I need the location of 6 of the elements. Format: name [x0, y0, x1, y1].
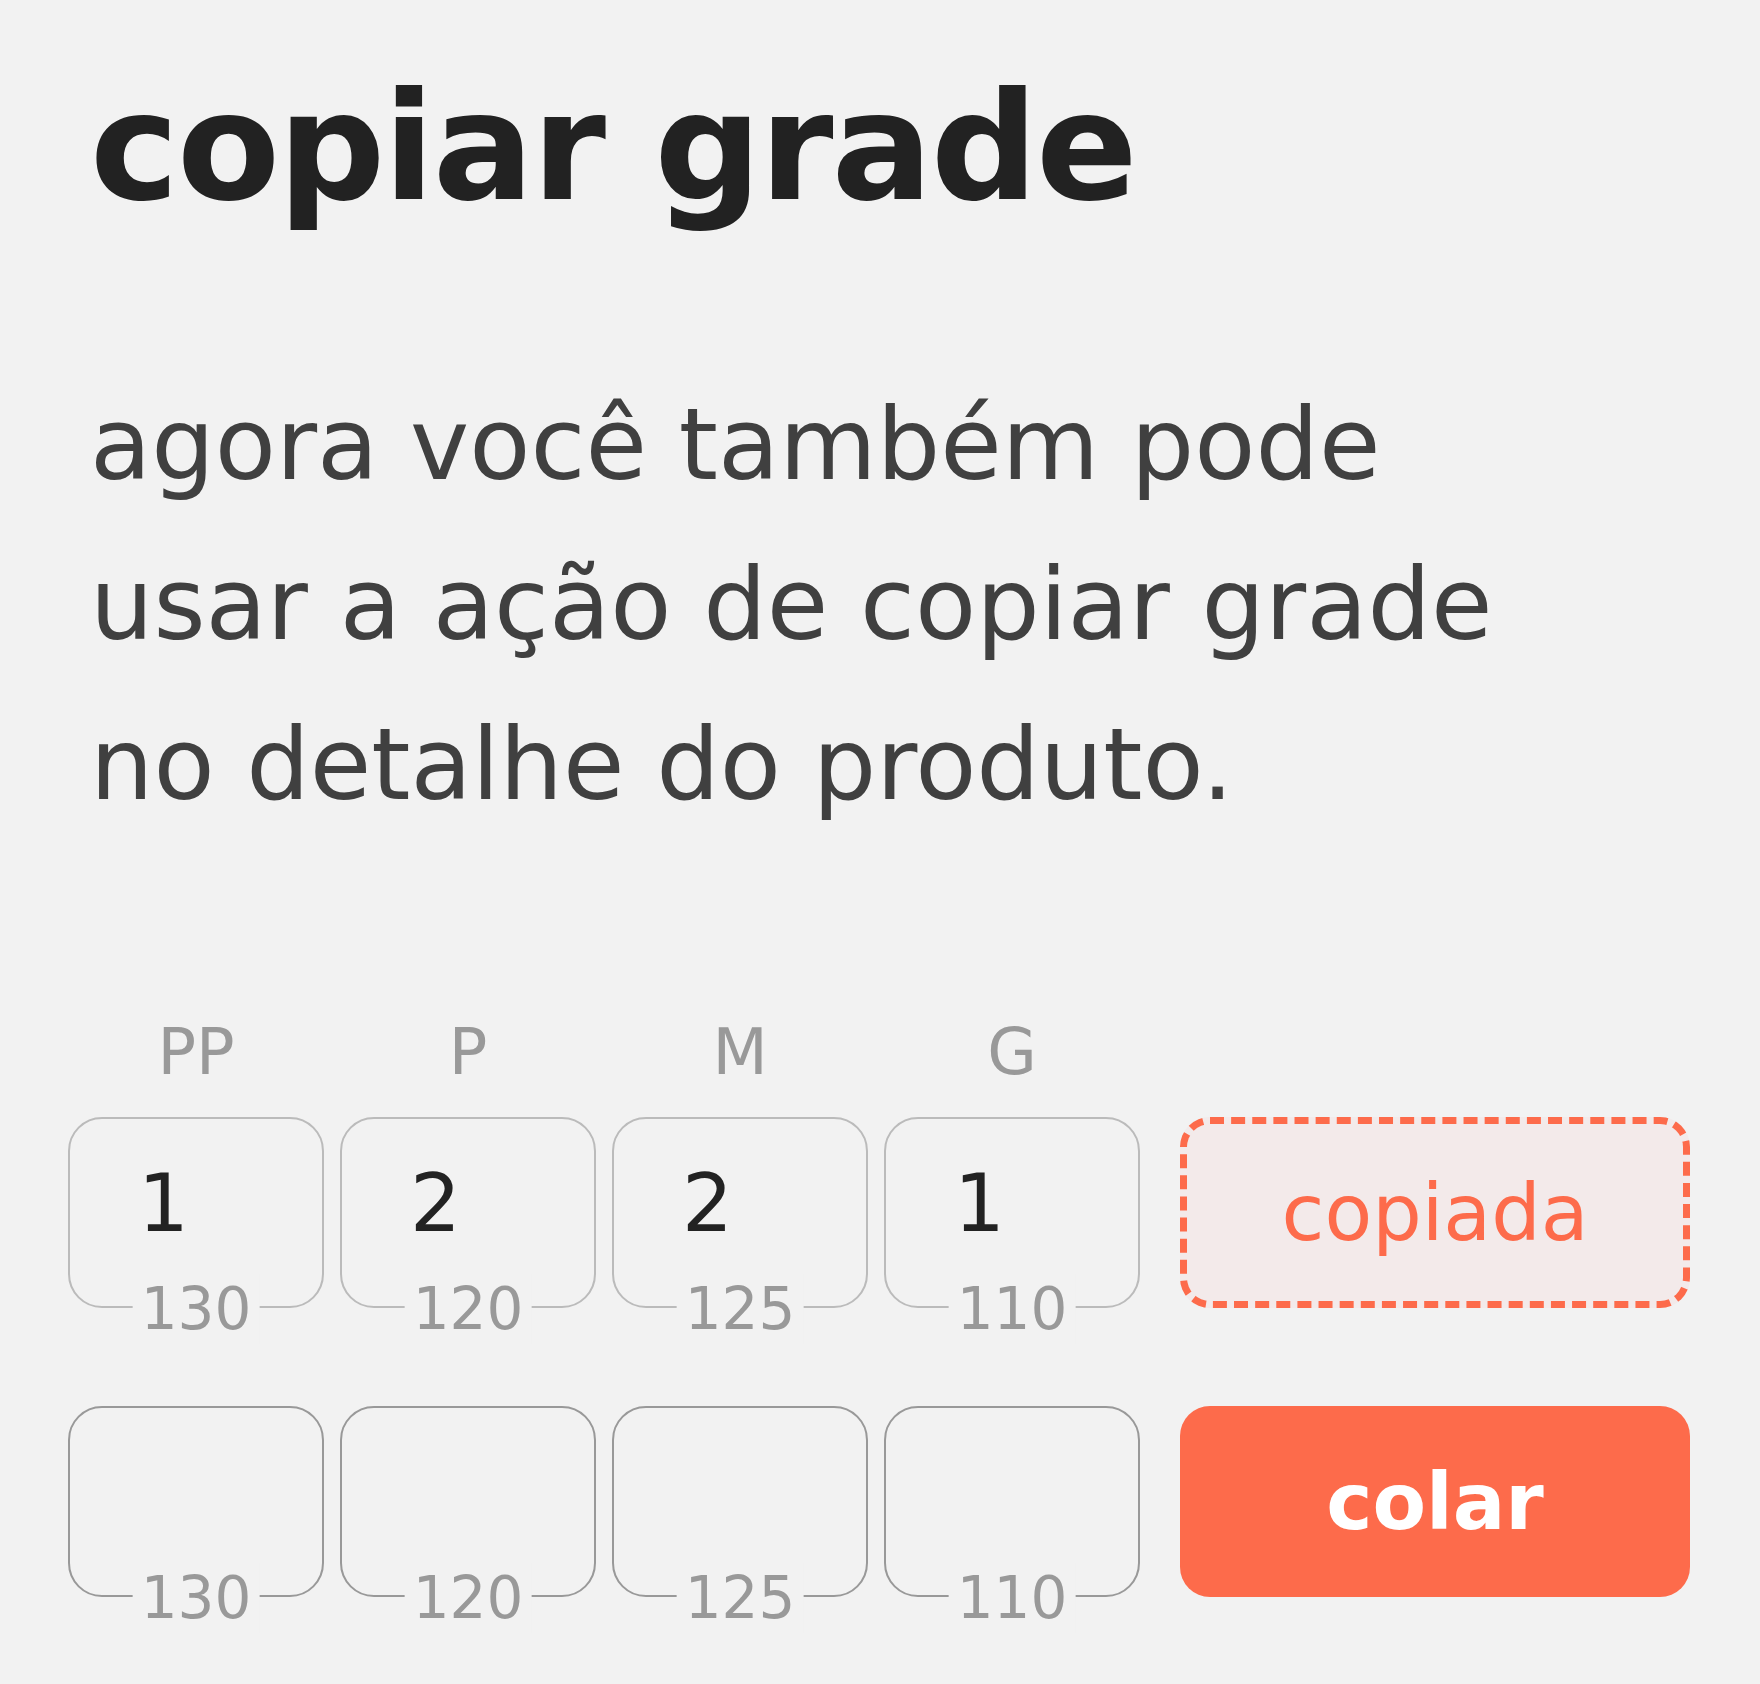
size-label: PP	[156, 1015, 236, 1089]
description-text: agora você também pode usar a ação de copiar grade no detalhe do produto.	[90, 385, 1494, 825]
size-label: G	[986, 1015, 1038, 1089]
size-label: M	[711, 1015, 769, 1089]
size-label: P	[447, 1015, 489, 1089]
page-title: copiar grade	[90, 59, 1137, 236]
